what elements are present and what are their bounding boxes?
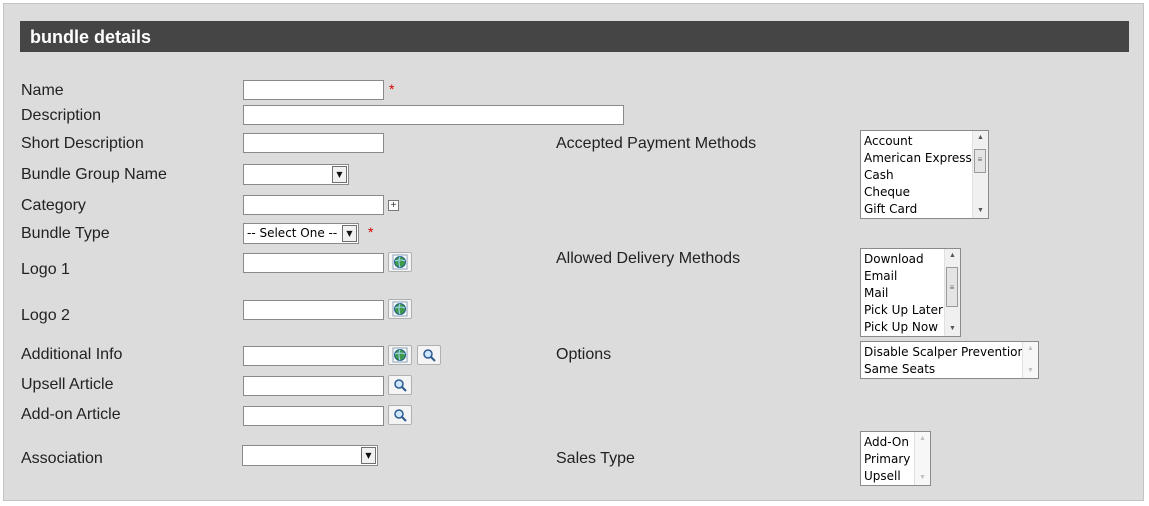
- payment-methods-label: Accepted Payment Methods: [556, 135, 757, 152]
- chevron-down-icon[interactable]: ▼: [332, 166, 347, 183]
- additional-info-search-button[interactable]: [417, 345, 441, 365]
- scroll-up-icon[interactable]: ▲: [973, 131, 988, 145]
- sales-type-scrollbar[interactable]: ▲ ▼: [914, 432, 930, 485]
- category-label: Category: [21, 197, 86, 214]
- additional-info-label: Additional Info: [21, 346, 123, 363]
- section-header: bundle details: [20, 21, 1129, 52]
- scroll-thumb[interactable]: ≡: [946, 267, 958, 307]
- chevron-down-icon[interactable]: ▼: [342, 225, 357, 242]
- logo1-input[interactable]: [243, 253, 384, 273]
- magnifier-icon: [394, 409, 407, 422]
- list-item[interactable]: Cheque: [861, 184, 988, 201]
- list-item[interactable]: American Express: [861, 150, 988, 167]
- description-label: Description: [21, 107, 102, 124]
- logo2-browse-button[interactable]: [388, 299, 412, 319]
- name-label: Name: [21, 82, 64, 99]
- list-item[interactable]: Same Seats: [861, 361, 1038, 378]
- sales-type-listbox[interactable]: Add-On Primary Upsell ▲ ▼: [860, 431, 931, 486]
- upsell-article-search-button[interactable]: [388, 375, 412, 395]
- magnifier-icon: [394, 379, 407, 392]
- scroll-down-icon[interactable]: ▼: [945, 322, 960, 336]
- magnifier-icon: [423, 349, 436, 362]
- list-item[interactable]: Gift Card: [861, 201, 988, 218]
- scroll-up-icon[interactable]: ▲: [1023, 342, 1038, 356]
- bundle-type-required-marker: *: [368, 224, 374, 240]
- upsell-article-label: Upsell Article: [21, 376, 114, 393]
- scroll-down-icon[interactable]: ▼: [973, 204, 988, 218]
- scroll-up-icon[interactable]: ▲: [915, 432, 930, 446]
- addon-article-input[interactable]: [243, 406, 384, 426]
- description-input[interactable]: [243, 105, 624, 125]
- logo2-input[interactable]: [243, 300, 384, 320]
- list-item[interactable]: Cash: [861, 167, 988, 184]
- short-description-input[interactable]: [243, 133, 384, 153]
- payment-methods-listbox[interactable]: Account American Express Cash Cheque Gif…: [860, 130, 989, 219]
- plus-box-icon[interactable]: +: [388, 200, 399, 211]
- bundle-type-select[interactable]: -- Select One -- ▼: [243, 223, 359, 244]
- options-scrollbar[interactable]: ▲ ▼: [1022, 342, 1038, 378]
- chevron-down-icon[interactable]: ▼: [361, 447, 376, 464]
- globe-icon: [392, 254, 408, 270]
- delivery-methods-label: Allowed Delivery Methods: [556, 250, 741, 267]
- upsell-article-input[interactable]: [243, 376, 384, 396]
- options-label: Options: [556, 346, 612, 363]
- delivery-methods-scrollbar[interactable]: ▲ ≡ ▼: [944, 249, 960, 336]
- logo2-label: Logo 2: [21, 307, 70, 324]
- payment-methods-scrollbar[interactable]: ▲ ≡ ▼: [972, 131, 988, 218]
- scroll-down-icon[interactable]: ▼: [915, 471, 930, 485]
- list-item[interactable]: Account: [861, 133, 988, 150]
- bundle-group-name-select[interactable]: ▼: [243, 164, 349, 185]
- list-item[interactable]: Disable Scalper Prevention: [861, 344, 1038, 361]
- association-label: Association: [21, 450, 103, 467]
- scroll-thumb[interactable]: ≡: [974, 149, 986, 173]
- addon-article-label: Add-on Article: [21, 406, 121, 423]
- delivery-methods-listbox[interactable]: Download Email Mail Pick Up Later Pick U…: [860, 248, 961, 337]
- logo1-browse-button[interactable]: [388, 252, 412, 272]
- additional-info-input[interactable]: [243, 346, 384, 366]
- name-required-marker: *: [389, 81, 395, 97]
- scroll-up-icon[interactable]: ▲: [945, 249, 960, 263]
- scroll-down-icon[interactable]: ▼: [1023, 364, 1038, 378]
- options-listbox[interactable]: Disable Scalper Prevention Same Seats ▲ …: [860, 341, 1039, 379]
- bundle-type-label: Bundle Type: [21, 225, 110, 242]
- additional-info-browse-button[interactable]: [388, 345, 412, 365]
- globe-icon: [392, 301, 408, 317]
- association-select[interactable]: ▼: [242, 445, 378, 466]
- name-input[interactable]: [243, 80, 384, 100]
- addon-article-search-button[interactable]: [388, 405, 412, 425]
- globe-icon: [392, 347, 408, 363]
- bundle-group-name-label: Bundle Group Name: [21, 166, 167, 183]
- logo1-label: Logo 1: [21, 261, 70, 278]
- sales-type-label: Sales Type: [556, 450, 635, 467]
- category-input[interactable]: [243, 195, 384, 215]
- bundle-type-selected-value: -- Select One --: [247, 226, 338, 240]
- short-description-label: Short Description: [21, 135, 144, 152]
